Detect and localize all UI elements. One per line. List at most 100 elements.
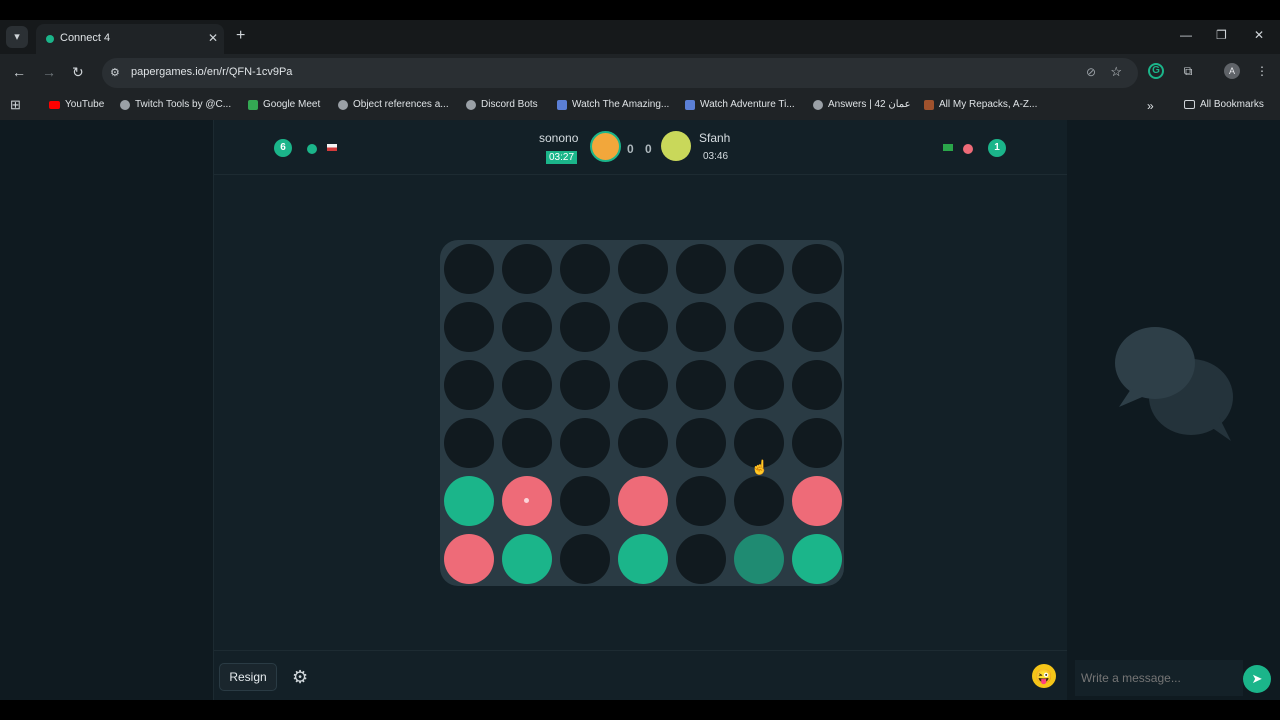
board-cell-r5-c5[interactable] xyxy=(734,534,784,584)
players-header: 6 sonono 03:27 0 0 Sfanh 03:46 1 xyxy=(214,120,1067,175)
back-arrow-icon[interactable]: ← xyxy=(12,64,26,80)
restore-icon[interactable]: ❐ xyxy=(1216,28,1227,42)
bookmark-discord-bots[interactable]: Discord Bots xyxy=(466,99,538,110)
bookmarks-bar: ⊞ YouTube Twitch Tools by @C... Google M… xyxy=(0,92,1280,120)
board-cell-r1-c4[interactable] xyxy=(676,302,726,352)
board-cell-r0-c6[interactable] xyxy=(792,244,842,294)
board-cell-r4-c3[interactable] xyxy=(618,476,668,526)
extensions-puzzle-icon[interactable]: ⧉ xyxy=(1180,63,1196,79)
grammarly-icon[interactable]: G xyxy=(1148,63,1164,79)
board-cell-r0-c2[interactable] xyxy=(560,244,610,294)
eye-blocked-icon[interactable]: ⊘ xyxy=(1086,65,1096,79)
tab-strip: ▾ Connect 4 ✕ + — ❐ ✕ xyxy=(0,20,1280,54)
bookmark-label: Watch Adventure Ti... xyxy=(700,99,795,110)
board-cell-r4-c2[interactable] xyxy=(560,476,610,526)
board-cell-r2-c0[interactable] xyxy=(444,360,494,410)
connect4-favicon-icon xyxy=(46,35,54,43)
board-cell-r3-c4[interactable] xyxy=(676,418,726,468)
board-cell-r2-c1[interactable] xyxy=(502,360,552,410)
board-cell-r5-c3[interactable] xyxy=(618,534,668,584)
right-score-badge: 1 xyxy=(988,139,1006,157)
bookmark-object-references[interactable]: Object references a... xyxy=(338,99,449,110)
player2-avatar xyxy=(661,131,691,161)
board-cell-r3-c3[interactable] xyxy=(618,418,668,468)
close-tab-icon[interactable]: ✕ xyxy=(208,31,218,45)
send-paper-plane-icon[interactable]: ➤ xyxy=(1243,665,1271,693)
bookmark-star-icon[interactable]: ☆ xyxy=(1110,64,1122,80)
board-cell-r5-c2[interactable] xyxy=(560,534,610,584)
new-tab-plus-icon[interactable]: + xyxy=(236,27,245,45)
tab-search-chevron-icon[interactable]: ▾ xyxy=(6,26,28,48)
player1-avatar xyxy=(590,131,621,162)
board-cell-r4-c6[interactable] xyxy=(792,476,842,526)
forward-arrow-icon[interactable]: → xyxy=(42,64,56,80)
chat-message-input[interactable] xyxy=(1075,660,1243,696)
board-cell-r5-c0[interactable] xyxy=(444,534,494,584)
resign-button[interactable]: Resign xyxy=(219,663,277,691)
bookmark-twitch-tools[interactable]: Twitch Tools by @C... xyxy=(120,99,231,110)
player2-timer: 03:46 xyxy=(703,151,729,162)
bookmark-amazing[interactable]: Watch The Amazing... xyxy=(557,99,669,110)
bookmark-label: All My Repacks, A-Z... xyxy=(939,99,1038,110)
player2-round-score: 0 xyxy=(645,142,652,156)
menu-kebab-icon[interactable]: ⋮ xyxy=(1254,63,1270,79)
board-cell-r4-c4[interactable] xyxy=(676,476,726,526)
minimize-icon[interactable]: — xyxy=(1180,28,1192,42)
google-meet-icon xyxy=(248,99,258,110)
board-cell-r4-c5[interactable] xyxy=(734,476,784,526)
more-bookmarks-chevron-icon[interactable]: » xyxy=(1147,99,1154,113)
board-cell-r5-c1[interactable] xyxy=(502,534,552,584)
board-cell-r1-c2[interactable] xyxy=(560,302,610,352)
board-cell-r2-c2[interactable] xyxy=(560,360,610,410)
game-footer: Resign ⚙ 😜 xyxy=(214,650,1067,701)
player1-flag-icon xyxy=(327,144,337,151)
game-panel: 6 sonono 03:27 0 0 Sfanh 03:46 1 ☝ Resig… xyxy=(213,120,1068,700)
board-cell-r4-c0[interactable] xyxy=(444,476,494,526)
globe-icon xyxy=(338,99,348,110)
url-text: papergames.io/en/r/QFN-1cv9Pa xyxy=(131,66,293,78)
globe-icon xyxy=(466,99,476,110)
bookmark-youtube[interactable]: YouTube xyxy=(49,99,104,110)
all-bookmarks-label: All Bookmarks xyxy=(1200,99,1264,110)
bookmark-answers[interactable]: Answers | عمان 42 xyxy=(813,99,911,110)
bookmark-repacks[interactable]: All My Repacks, A-Z... xyxy=(924,99,1037,110)
player2-color-dot xyxy=(963,144,973,154)
board-cell-r0-c1[interactable] xyxy=(502,244,552,294)
connect4-board[interactable] xyxy=(440,240,844,586)
apps-grid-icon[interactable]: ⊞ xyxy=(10,97,21,113)
site-info-icon[interactable]: ⚙ xyxy=(110,66,120,79)
address-bar[interactable]: ⚙ papergames.io/en/r/QFN-1cv9Pa ⊘ ☆ xyxy=(102,58,1138,88)
board-cell-r5-c6[interactable] xyxy=(792,534,842,584)
board-cell-r2-c4[interactable] xyxy=(676,360,726,410)
board-cell-r1-c1[interactable] xyxy=(502,302,552,352)
board-cell-r1-c6[interactable] xyxy=(792,302,842,352)
board-cell-r3-c0[interactable] xyxy=(444,418,494,468)
board-cell-r1-c3[interactable] xyxy=(618,302,668,352)
profile-avatar-icon[interactable]: A xyxy=(1224,63,1240,79)
board-cell-r0-c5[interactable] xyxy=(734,244,784,294)
board-cell-r0-c3[interactable] xyxy=(618,244,668,294)
globe-icon xyxy=(120,99,130,110)
browser-tab[interactable]: Connect 4 ✕ xyxy=(36,24,224,54)
bookmark-label: Watch The Amazing... xyxy=(572,99,670,110)
window-close-icon[interactable]: ✕ xyxy=(1254,28,1264,42)
board-cell-r1-c5[interactable] xyxy=(734,302,784,352)
board-cell-r0-c0[interactable] xyxy=(444,244,494,294)
settings-gear-icon[interactable]: ⚙ xyxy=(292,667,308,688)
all-bookmarks[interactable]: All Bookmarks xyxy=(1184,99,1264,110)
board-cell-r4-c1[interactable] xyxy=(502,476,552,526)
board-cell-r3-c1[interactable] xyxy=(502,418,552,468)
board-cell-r1-c0[interactable] xyxy=(444,302,494,352)
board-cell-r3-c2[interactable] xyxy=(560,418,610,468)
bookmark-google-meet[interactable]: Google Meet xyxy=(248,99,320,110)
bookmark-adventure[interactable]: Watch Adventure Ti... xyxy=(685,99,795,110)
emoji-icon[interactable]: 😜 xyxy=(1032,664,1056,688)
board-cell-r2-c3[interactable] xyxy=(618,360,668,410)
board-cell-r3-c6[interactable] xyxy=(792,418,842,468)
board-cell-r0-c4[interactable] xyxy=(676,244,726,294)
reload-icon[interactable]: ↻ xyxy=(72,64,84,81)
board-cell-r2-c6[interactable] xyxy=(792,360,842,410)
bookmark-label: Twitch Tools by @C... xyxy=(135,99,232,110)
board-cell-r2-c5[interactable] xyxy=(734,360,784,410)
board-cell-r5-c4[interactable] xyxy=(676,534,726,584)
